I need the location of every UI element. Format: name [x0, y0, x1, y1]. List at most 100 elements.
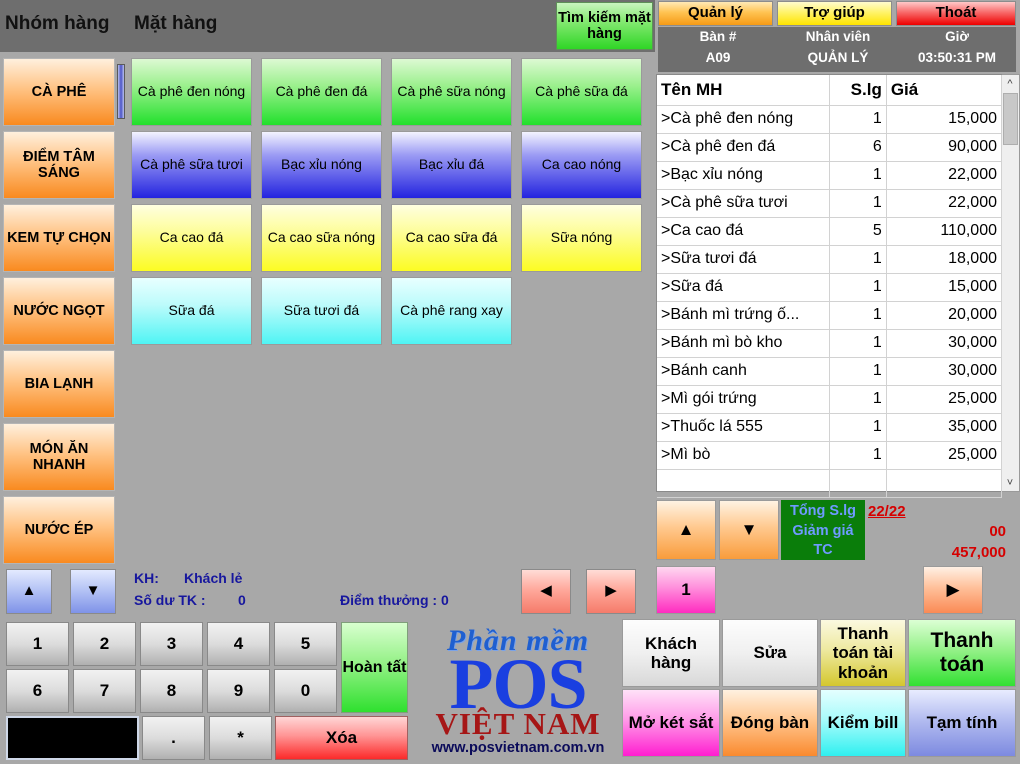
page-number-button[interactable]: 1 [656, 566, 716, 614]
scrollbar-thumb[interactable] [1003, 93, 1018, 145]
search-item-button[interactable]: Tìm kiếm mặt hàng [556, 2, 653, 50]
table-row[interactable]: >Bánh mì trứng ố... 1 20,000 [657, 301, 1003, 330]
product-button-6[interactable]: Bạc xỉu đá [391, 131, 512, 199]
col-header-name: Tên MH [657, 75, 830, 106]
table-row[interactable]: >Ca cao đá 5 110,000 [657, 217, 1003, 246]
numpad-key-3[interactable]: 3 [140, 622, 203, 666]
order-item-price: 90,000 [886, 133, 1003, 162]
product-button-2[interactable]: Cà phê sữa nóng [391, 58, 512, 126]
order-item-name: >Sữa tươi đá [657, 245, 830, 274]
scroll-down-icon[interactable]: ˅ [1002, 474, 1018, 491]
order-item-qty: 1 [829, 385, 887, 414]
action-button-6[interactable]: Kiểm bill [820, 689, 906, 757]
order-item-name: >Bánh mì trứng ố... [657, 301, 830, 330]
order-table-container[interactable]: Tên MH S.lg Giá >Cà phê đen nóng 1 15,000 >… [656, 74, 1003, 498]
table-row-empty [657, 469, 1003, 498]
category-button-3[interactable]: NƯỚC NGỌT [3, 277, 115, 345]
product-button-4[interactable]: Cà phê sữa tươi [131, 131, 252, 199]
order-item-price: 15,000 [886, 105, 1003, 134]
time-value: 03:50:31 PM [917, 50, 997, 65]
product-button-5[interactable]: Bạc xỉu nóng [261, 131, 382, 199]
numpad-key-6[interactable]: 6 [6, 669, 69, 713]
order-item-price: 25,000 [886, 385, 1003, 414]
action-button-3[interactable]: Thanh toán [908, 619, 1016, 687]
product-page-prev-button[interactable]: ◀ [521, 569, 571, 614]
clear-button[interactable]: Xóa [275, 716, 408, 760]
product-button-7[interactable]: Ca cao nóng [521, 131, 642, 199]
page-next-button[interactable]: ▶ [923, 566, 983, 614]
numpad-key-*[interactable]: * [209, 716, 272, 760]
posvietnam-logo: Phần mềm POS VIỆT NAM www.posvietnam.com… [414, 620, 622, 762]
table-row[interactable]: >Bánh mì bò kho 1 30,000 [657, 329, 1003, 358]
order-scroll-up-button[interactable]: ▲ [656, 500, 716, 560]
numpad-display-input[interactable] [6, 716, 139, 760]
category-button-5[interactable]: MÓN ĂN NHANH [3, 423, 115, 491]
category-button-2[interactable]: KEM TỰ CHỌN [3, 204, 115, 272]
order-item-name: >Bánh mì bò kho [657, 329, 830, 358]
table-row[interactable]: >Mì gói trứng 1 25,000 [657, 385, 1003, 414]
order-item-name: >Sữa đá [657, 273, 830, 302]
numpad-key-.[interactable]: . [142, 716, 205, 760]
tab-mat-hang[interactable]: Mặt hàng [134, 13, 217, 35]
order-scroll-down-button[interactable]: ▼ [719, 500, 779, 560]
order-item-qty: 1 [829, 329, 887, 358]
order-table-scrollbar[interactable]: ^ ˅ [1002, 74, 1020, 492]
numpad-key-9[interactable]: 9 [207, 669, 270, 713]
action-button-1[interactable]: Sửa [722, 619, 818, 687]
order-item-name: >Bạc xỉu nóng [657, 161, 830, 190]
numpad-key-2[interactable]: 2 [73, 622, 136, 666]
category-scroll-down-button[interactable]: ▼ [70, 569, 116, 614]
product-button-3[interactable]: Cà phê sữa đá [521, 58, 642, 126]
scroll-up-icon[interactable]: ^ [1002, 75, 1018, 92]
tab-thoat[interactable]: Thoát [896, 1, 1016, 26]
product-button-0[interactable]: Cà phê đen nóng [131, 58, 252, 126]
discount-label: Giảm giá [792, 522, 854, 539]
order-item-price: 15,000 [886, 273, 1003, 302]
totals-values: 22/22 00 457,000 [865, 500, 1020, 561]
product-button-8[interactable]: Ca cao đá [131, 204, 252, 272]
tab-quan-ly[interactable]: Quản lý [658, 1, 773, 26]
order-item-price: 30,000 [886, 329, 1003, 358]
table-row[interactable]: >Cà phê đen đá 6 90,000 [657, 133, 1003, 162]
action-button-7[interactable]: Tạm tính [908, 689, 1016, 757]
done-button[interactable]: Hoàn tất [341, 622, 408, 713]
numpad-key-8[interactable]: 8 [140, 669, 203, 713]
action-button-5[interactable]: Đóng bàn [722, 689, 818, 757]
table-row[interactable]: >Cà phê sữa tươi 1 22,000 [657, 189, 1003, 218]
table-row[interactable]: >Bạc xỉu nóng 1 22,000 [657, 161, 1003, 190]
category-button-4[interactable]: BIA LẠNH [3, 350, 115, 418]
numpad-key-7[interactable]: 7 [73, 669, 136, 713]
table-row[interactable]: >Sữa tươi đá 1 18,000 [657, 245, 1003, 274]
table-row[interactable]: >Bánh canh 1 30,000 [657, 357, 1003, 386]
action-button-0[interactable]: Khách hàng [622, 619, 720, 687]
action-button-2[interactable]: Thanh toán tài khoản [820, 619, 906, 687]
category-button-6[interactable]: NƯỚC ÉP [3, 496, 115, 564]
staff-label: Nhân viên [805, 29, 871, 44]
product-button-1[interactable]: Cà phê đen đá [261, 58, 382, 126]
numpad-key-4[interactable]: 4 [207, 622, 270, 666]
category-scroll-up-button[interactable]: ▲ [6, 569, 52, 614]
table-row[interactable]: >Cà phê đen nóng 1 15,000 [657, 105, 1003, 134]
tab-tro-giup[interactable]: Trợ giúp [777, 1, 892, 26]
product-button-12[interactable]: Sữa đá [131, 277, 252, 345]
product-button-10[interactable]: Ca cao sữa đá [391, 204, 512, 272]
table-row[interactable]: >Mì bò 1 25,000 [657, 441, 1003, 470]
numpad-key-5[interactable]: 5 [274, 622, 337, 666]
numpad-key-0[interactable]: 0 [274, 669, 337, 713]
category-button-0[interactable]: CÀ PHÊ [3, 58, 115, 126]
order-item-qty: 1 [829, 189, 887, 218]
numpad-key-1[interactable]: 1 [6, 622, 69, 666]
product-page-next-button[interactable]: ▶ [586, 569, 636, 614]
product-button-11[interactable]: Sữa nóng [521, 204, 642, 272]
action-button-4[interactable]: Mở két sắt [622, 689, 720, 757]
product-button-14[interactable]: Cà phê rang xay [391, 277, 512, 345]
table-row[interactable]: >Thuốc lá 555 1 35,000 [657, 413, 1003, 442]
category-button-1[interactable]: ĐIỂM TÂM SÁNG [3, 131, 115, 199]
reward-points: Điểm thưởng : 0 [340, 592, 449, 608]
tc-value: 457,000 [951, 543, 1006, 561]
product-button-13[interactable]: Sữa tươi đá [261, 277, 382, 345]
table-row[interactable]: >Sữa đá 1 15,000 [657, 273, 1003, 302]
tab-nhom-hang[interactable]: Nhóm hàng [5, 13, 110, 35]
product-button-9[interactable]: Ca cao sữa nóng [261, 204, 382, 272]
totals-labels: Tổng S.lg Giảm giá TC [781, 500, 865, 560]
